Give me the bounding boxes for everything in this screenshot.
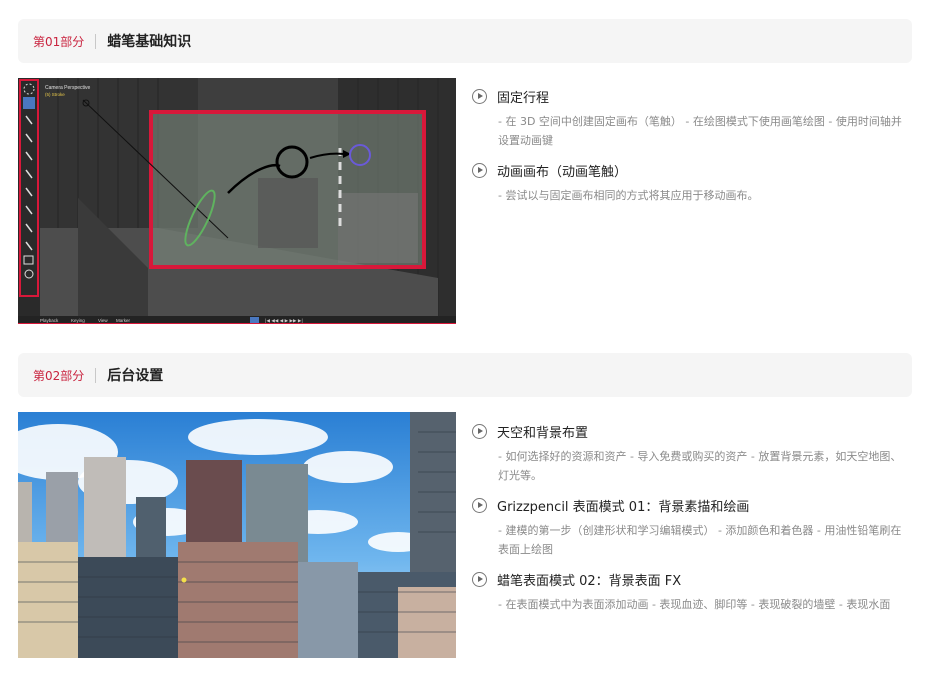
section-1-items: 固定行程 - 在 3D 空间中创建固定画布（笔触） - 在绘图模式下使用画笔绘图… — [472, 86, 912, 215]
lesson-description: - 在表面模式中为表面添加动画 - 表现血迹、脚印等 - 表现破裂的墙壁 - 表… — [498, 598, 891, 611]
lesson-item[interactable]: Grizzpencil 表面模式 01：背景素描和绘画 - 建模的第一步（创建形… — [472, 495, 912, 559]
play-circle-icon[interactable] — [472, 88, 487, 104]
blender-grease-pencil-screenshot: Camera Perspective (5) Stroke Playback K… — [18, 78, 456, 324]
lesson-title[interactable]: 固定行程 — [497, 87, 549, 106]
section-number: 第02部分 — [33, 368, 85, 383]
lesson-description: - 尝试以与固定画布相同的方式将其应用于移动画布。 — [498, 189, 759, 202]
lesson-item[interactable]: 蜡笔表面模式 02：背景表面 FX - 在表面模式中为表面添加动画 - 表现血迹… — [472, 569, 912, 614]
section-header-2: 第02部分 后台设置 — [18, 353, 912, 397]
lesson-title[interactable]: 蜡笔表面模式 02：背景表面 FX — [497, 570, 681, 589]
lesson-item[interactable]: 固定行程 - 在 3D 空间中创建固定画布（笔触） - 在绘图模式下使用画笔绘图… — [472, 86, 912, 150]
divider — [95, 33, 97, 49]
lesson-item[interactable]: 动画画布（动画笔触） - 尝试以与固定画布相同的方式将其应用于移动画布。 — [472, 160, 912, 205]
section-2-items: 天空和背景布置 - 如何选择好的资源和资产 - 导入免费或购买的资产 - 放置背… — [472, 421, 912, 624]
play-circle-icon[interactable] — [472, 423, 487, 439]
play-circle-icon[interactable] — [472, 571, 487, 587]
viewport-label: Camera Perspective — [45, 85, 91, 91]
section-header-1: 第01部分 蜡笔基础知识 — [18, 19, 912, 63]
viewport-sublabel: (5) Stroke — [45, 92, 65, 97]
lesson-title[interactable]: Grizzpencil 表面模式 01：背景素描和绘画 — [497, 496, 749, 515]
play-circle-icon[interactable] — [472, 162, 487, 178]
lesson-item[interactable]: 天空和背景布置 - 如何选择好的资源和资产 - 导入免费或购买的资产 - 放置背… — [472, 421, 912, 485]
svg-text:|◀ ◀◀ ◀ ▶ ▶▶ ▶|: |◀ ◀◀ ◀ ▶ ▶▶ ▶| — [265, 318, 303, 324]
timeline-menu-keying: Keying — [71, 318, 85, 323]
lesson-description: - 在 3D 空间中创建固定画布（笔触） - 在绘图模式下使用画笔绘图 - 使用… — [498, 115, 902, 147]
lesson-description: - 如何选择好的资源和资产 - 导入免费或购买的资产 - 放置背景元素，如天空地… — [498, 450, 902, 482]
divider — [95, 367, 97, 383]
timeline-menu-playback: Playback — [40, 318, 59, 323]
lesson-description: - 建模的第一步（创建形状和学习编辑模式） - 添加颜色和着色器 - 用油性铅笔… — [498, 524, 902, 556]
timeline-menu-marker: Marker — [116, 318, 131, 323]
section-title: 蜡笔基础知识 — [107, 34, 192, 50]
lesson-title[interactable]: 动画画布（动画笔触） — [497, 161, 627, 180]
play-circle-icon[interactable] — [472, 497, 487, 513]
lesson-title[interactable]: 天空和背景布置 — [497, 422, 588, 441]
anime-city-background-image — [18, 412, 456, 658]
timeline-menu-view: View — [98, 318, 108, 323]
section-number: 第01部分 — [33, 34, 85, 49]
section-title: 后台设置 — [107, 368, 164, 384]
